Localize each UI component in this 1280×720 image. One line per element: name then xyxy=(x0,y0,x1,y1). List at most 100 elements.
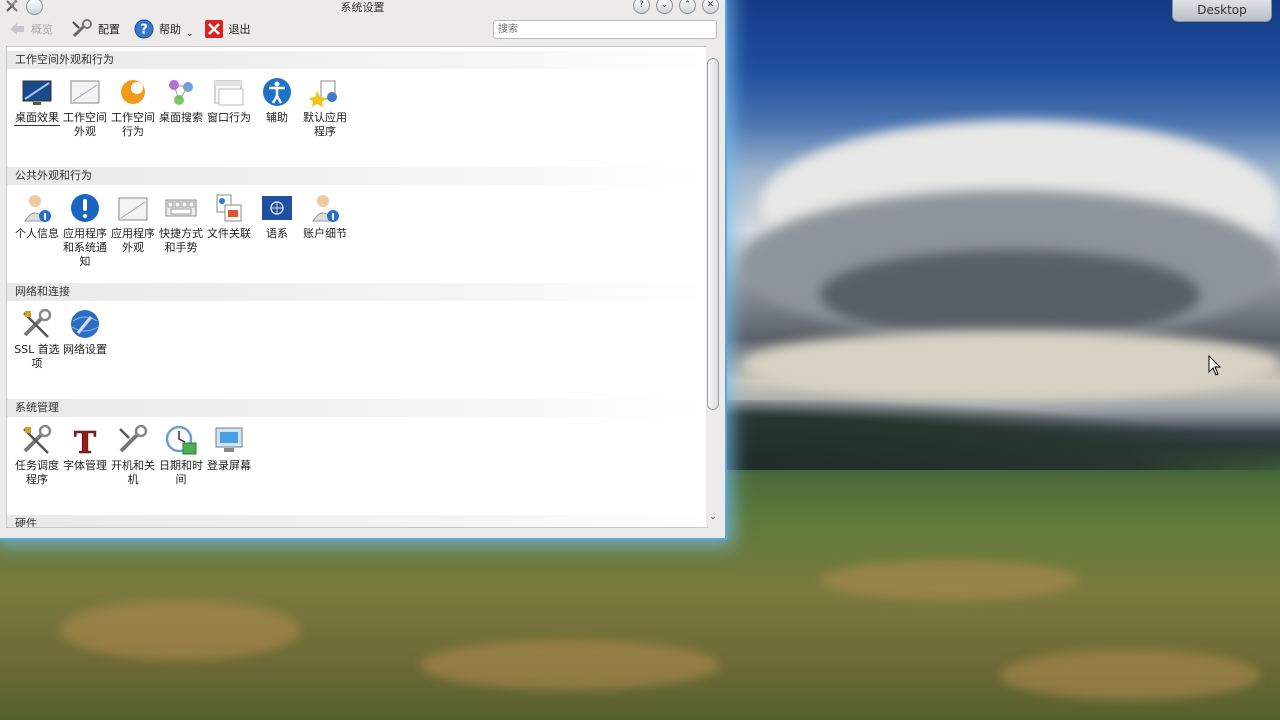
locale-icon xyxy=(260,191,294,225)
search-input[interactable] xyxy=(493,20,717,39)
settings-item-file-associations[interactable]: 文件关联 xyxy=(205,185,253,269)
group-system-admin: 系统管理 任务调度程序 T 字体管理 开机和关机 日期和时间 登录屏幕 xyxy=(7,399,707,511)
settings-item-startup-shutdown[interactable]: 开机和关机 xyxy=(109,417,157,487)
help-icon: ? xyxy=(134,19,154,39)
settings-item-personal-info[interactable]: 个人信息 xyxy=(13,185,61,269)
grass-patch xyxy=(60,600,300,660)
default-applications-icon xyxy=(308,75,342,109)
settings-item-notifications[interactable]: 应用程序和系统通知 xyxy=(61,185,109,269)
mouse-cursor-icon xyxy=(1208,355,1222,376)
startup-shutdown-icon xyxy=(116,423,150,457)
quit-x-icon xyxy=(204,20,223,38)
configure-wrench-icon xyxy=(72,19,92,38)
item-label: 桌面搜索 xyxy=(159,111,203,124)
quit-button[interactable]: 退出 xyxy=(204,18,251,40)
quit-label: 退出 xyxy=(228,23,251,36)
cloud-shape xyxy=(820,250,1200,340)
date-time-icon xyxy=(164,423,198,457)
settings-item-default-applications[interactable]: 默认应用程序 xyxy=(301,69,349,139)
scrollbar-thumb[interactable] xyxy=(707,58,719,410)
item-label: 窗口行为 xyxy=(207,111,251,124)
accessibility-icon xyxy=(260,75,294,109)
settings-item-ssl-preferences[interactable]: SSL 首选项 xyxy=(13,301,61,371)
item-label: 工作空间外观 xyxy=(63,111,107,138)
configure-button[interactable]: 配置 xyxy=(71,18,120,40)
item-label: 登录屏幕 xyxy=(207,459,251,472)
ssl-preferences-icon xyxy=(20,307,54,341)
settings-item-window-behavior[interactable]: 窗口行为 xyxy=(205,69,253,139)
file-associations-icon xyxy=(212,191,246,225)
group-title: 硬件 xyxy=(7,515,707,527)
vertical-scrollbar[interactable]: ⌄ xyxy=(706,46,720,526)
settings-item-date-time[interactable]: 日期和时间 xyxy=(157,417,205,487)
settings-item-accessibility[interactable]: 辅助 xyxy=(253,69,301,139)
item-label: 字体管理 xyxy=(63,459,107,472)
group-title: 公共外观和行为 xyxy=(7,167,707,185)
settings-item-locale[interactable]: 语系 xyxy=(253,185,301,269)
item-label: 默认应用程序 xyxy=(303,111,347,138)
item-label: 应用程序和系统通知 xyxy=(63,227,107,268)
desktop-effects-icon xyxy=(20,75,54,109)
font-management-icon: T xyxy=(68,423,102,457)
overview-button[interactable]: 概览 xyxy=(8,18,53,40)
item-label: SSL 首选项 xyxy=(14,343,60,370)
item-label: 日期和时间 xyxy=(159,459,203,486)
svg-text:?: ? xyxy=(140,23,148,38)
help-question-icon[interactable]: ? xyxy=(633,0,650,14)
grass-patch xyxy=(420,640,720,690)
grass-patch xyxy=(820,560,1080,600)
account-details-icon xyxy=(308,191,342,225)
minimize-icon[interactable]: ⌄ xyxy=(656,0,673,14)
item-label: 快捷方式和手势 xyxy=(159,227,203,254)
application-appearance-icon xyxy=(116,191,150,225)
group-common-appearance: 公共外观和行为 个人信息 应用程序和系统通知 应用程序外观 快捷方式和手势 文件… xyxy=(7,167,707,279)
maximize-icon[interactable]: ⌃ xyxy=(679,0,696,14)
title-bar[interactable]: 系统设置 ? ⌄ ⌃ ✕ xyxy=(0,0,725,16)
item-label: 账户细节 xyxy=(303,227,347,240)
group-title: 系统管理 xyxy=(7,399,707,417)
network-settings-icon xyxy=(68,307,102,341)
system-settings-window: 系统设置 ? ⌄ ⌃ ✕ 概览 配置 ? 帮助 ⌄ 退出 工作空间外观 xyxy=(0,0,727,540)
desktop-search-icon xyxy=(164,75,198,109)
item-label: 应用程序外观 xyxy=(111,227,155,254)
item-label: 工作空间行为 xyxy=(111,111,155,138)
item-label: 辅助 xyxy=(266,111,288,124)
configure-label: 配置 xyxy=(98,23,120,36)
settings-item-account-details[interactable]: 账户细节 xyxy=(301,185,349,269)
settings-item-application-appearance[interactable]: 应用程序外观 xyxy=(109,185,157,269)
item-label: 个人信息 xyxy=(15,227,59,240)
item-label: 任务调度程序 xyxy=(15,459,59,486)
settings-panel: 工作空间外观和行为 桌面效果 工作空间外观 工作空间行为 桌面搜索 窗口行为 辅… xyxy=(6,46,708,528)
group-title: 网络和连接 xyxy=(7,283,707,301)
group-title: 工作空间外观和行为 xyxy=(7,51,707,69)
back-arrow-icon xyxy=(10,23,24,35)
item-label: 文件关联 xyxy=(207,227,251,240)
close-icon[interactable]: ✕ xyxy=(702,0,719,14)
settings-item-desktop-search[interactable]: 桌面搜索 xyxy=(157,69,205,139)
workspace-behavior-icon xyxy=(116,75,150,109)
window-title: 系统设置 xyxy=(340,1,385,14)
desktop-toolbox-button[interactable]: Desktop xyxy=(1172,0,1272,22)
settings-item-network-settings[interactable]: 网络设置 xyxy=(61,301,109,371)
scroll-down-arrow-icon[interactable]: ⌄ xyxy=(708,512,718,522)
settings-item-font-management[interactable]: T 字体管理 xyxy=(61,417,109,487)
item-label: 开机和关机 xyxy=(111,459,155,486)
settings-item-shortcuts[interactable]: 快捷方式和手势 xyxy=(157,185,205,269)
notifications-icon xyxy=(68,191,102,225)
settings-item-workspace-behavior[interactable]: 工作空间行为 xyxy=(109,69,157,139)
workspace-appearance-icon xyxy=(68,75,102,109)
settings-item-task-scheduler[interactable]: 任务调度程序 xyxy=(13,417,61,487)
group-hardware: 硬件 xyxy=(7,515,707,527)
shortcuts-icon xyxy=(164,191,198,225)
item-label: 语系 xyxy=(266,227,288,240)
personal-info-icon xyxy=(20,191,54,225)
group-workspace: 工作空间外观和行为 桌面效果 工作空间外观 工作空间行为 桌面搜索 窗口行为 辅… xyxy=(7,51,707,163)
window-behavior-icon xyxy=(212,75,246,109)
help-dropdown-chevron-icon[interactable]: ⌄ xyxy=(186,29,194,39)
login-screen-icon xyxy=(212,423,246,457)
settings-item-workspace-appearance[interactable]: 工作空间外观 xyxy=(61,69,109,139)
settings-item-desktop-effects[interactable]: 桌面效果 xyxy=(13,69,61,139)
settings-item-login-screen[interactable]: 登录屏幕 xyxy=(205,417,253,487)
help-button[interactable]: ? 帮助 ⌄ xyxy=(134,18,194,40)
task-scheduler-icon xyxy=(20,423,54,457)
